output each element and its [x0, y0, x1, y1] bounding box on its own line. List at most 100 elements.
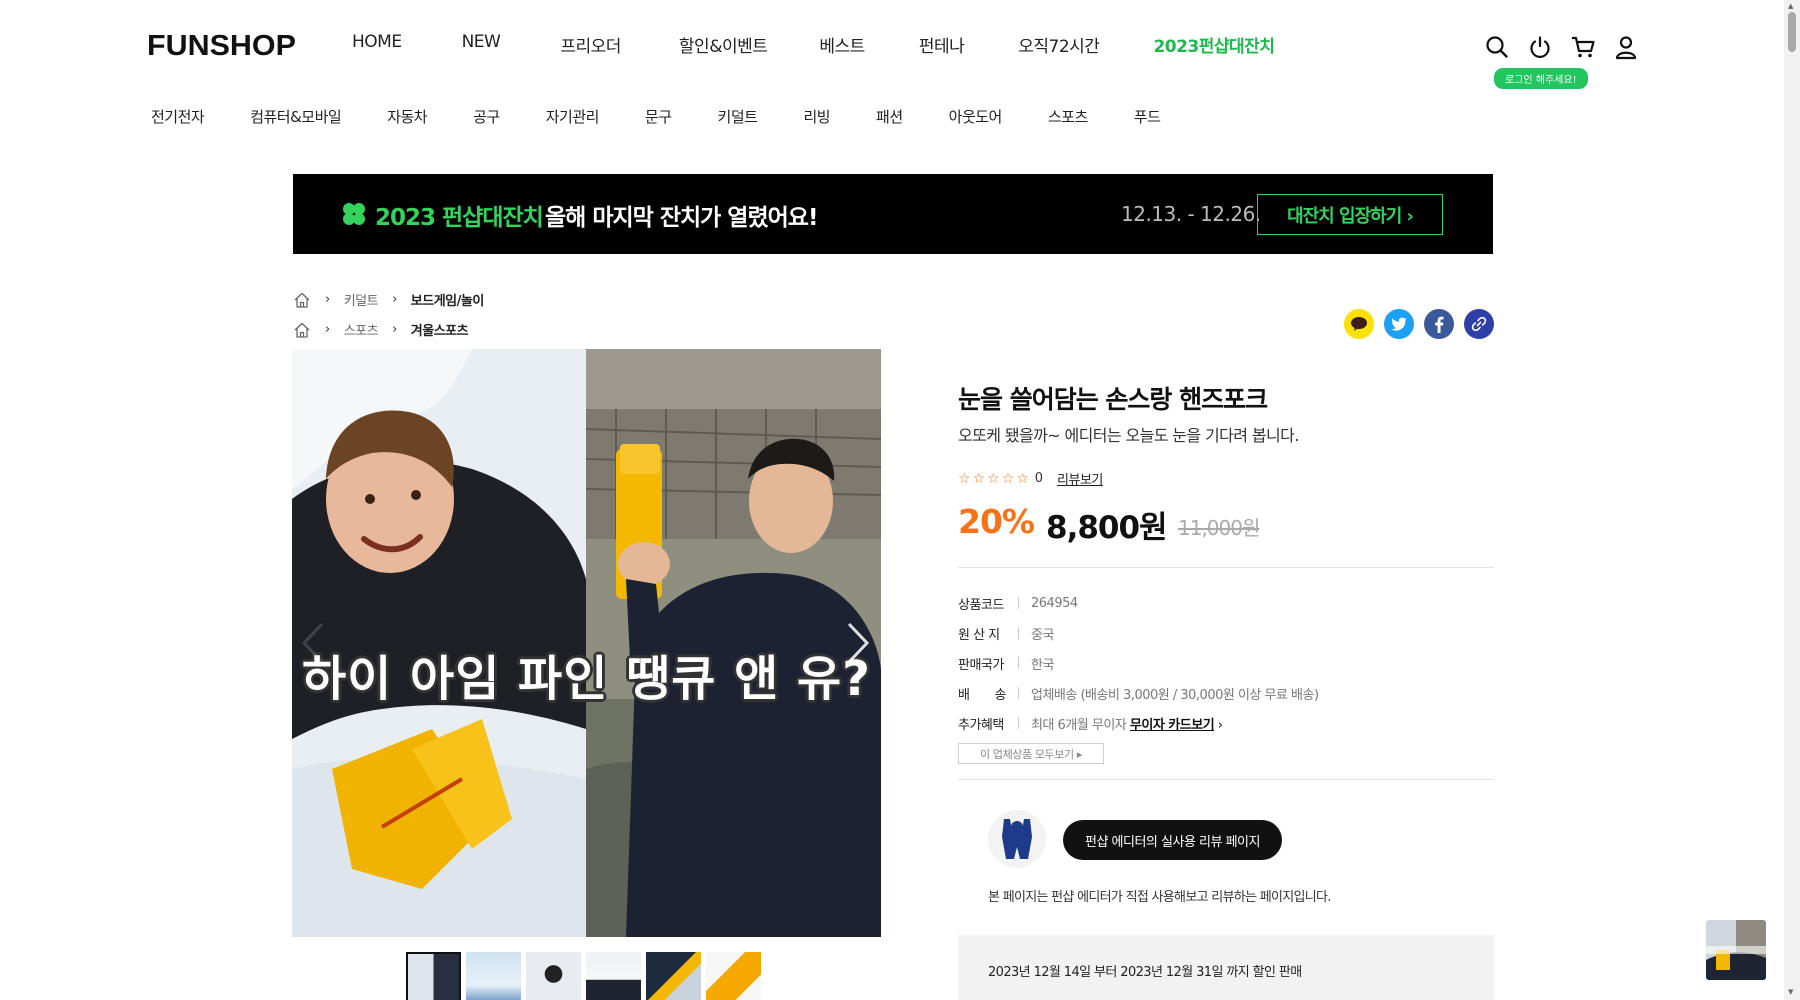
- cat-tools[interactable]: 공구: [473, 106, 500, 127]
- chevron-right-icon: ›: [1217, 717, 1223, 733]
- thumbnail[interactable]: [406, 952, 461, 1000]
- festival-enter-button[interactable]: 대잔치 입장하기 ›: [1257, 194, 1443, 235]
- spec-row: 판매국가 한국: [958, 648, 1498, 678]
- breadcrumb-item[interactable]: 겨울스포츠: [411, 320, 469, 339]
- spec-row: 배 송 업체배송 (배송비 3,000원 / 30,000원 이상 무료 배송): [958, 678, 1498, 708]
- spec-label: 배 송: [958, 687, 1006, 703]
- cat-car[interactable]: 자동차: [387, 106, 427, 127]
- breadcrumb: › 키덜트 › 보드게임/놀이: [293, 290, 484, 309]
- scrollbar-thumb[interactable]: [1788, 12, 1796, 52]
- original-price: 11,000원: [1178, 516, 1260, 540]
- spec-label: 원 산 지: [958, 627, 1000, 643]
- kakaotalk-share-icon[interactable]: [1344, 309, 1374, 339]
- facebook-share-icon[interactable]: [1424, 309, 1454, 339]
- clover-icon: [343, 203, 365, 225]
- thumbnail[interactable]: [586, 952, 641, 1000]
- editor-review-page-button[interactable]: 펀샵 에디터의 실사용 리뷰 페이지: [1063, 820, 1282, 860]
- chevron-right-icon: ›: [325, 322, 330, 337]
- chevron-right-icon: ›: [392, 292, 397, 307]
- cat-food[interactable]: 푸드: [1134, 106, 1161, 127]
- spec-row: 상품코드 264954: [958, 588, 1498, 618]
- product-main-image[interactable]: 하이 아임 파인 땡큐 앤 유?: [292, 349, 881, 937]
- chevron-right-icon: ›: [325, 292, 330, 307]
- floating-recent-item[interactable]: [1706, 920, 1766, 980]
- divider: [958, 567, 1494, 568]
- link-copy-icon[interactable]: [1464, 309, 1494, 339]
- twitter-share-icon[interactable]: [1384, 309, 1414, 339]
- nav-funtenna[interactable]: 펀테나: [919, 32, 965, 57]
- editor-avatar: [988, 810, 1046, 868]
- rating: ☆☆☆☆☆ 0 리뷰보기: [958, 469, 1103, 489]
- nav-72hours[interactable]: 오직72시간: [1018, 32, 1100, 57]
- cat-outdoor[interactable]: 아웃도어: [949, 106, 1003, 127]
- sale-period-notice: 2023년 12월 14일 부터 2023년 12월 31일 까지 할인 판매: [958, 935, 1494, 1000]
- scroll-down-icon[interactable]: ▼: [1788, 988, 1793, 996]
- category-nav: 전기전자 컴퓨터&모바일 자동차 공구 자기관리 문구 키덜트 리빙 패션 아웃…: [151, 106, 1161, 127]
- thumbnail[interactable]: [646, 952, 701, 1000]
- breadcrumb-item[interactable]: 보드게임/놀이: [411, 290, 485, 309]
- star-rating-icon: ☆☆☆☆☆: [958, 470, 1031, 487]
- product-subtitle: 오또케 됐을까~ 에디터는 오늘도 눈을 기다려 봅니다.: [958, 426, 1299, 445]
- seller-all-products-button[interactable]: 이 업체상품 모두보기 ▸: [958, 743, 1104, 764]
- spec-row: 추가혜택 최대 6개월 무이자 무이자 카드보기 ›: [958, 708, 1498, 738]
- nav-best[interactable]: 베스트: [819, 32, 865, 57]
- home-icon[interactable]: [293, 291, 311, 309]
- scrollbar[interactable]: ▲ ▼: [1784, 0, 1800, 1000]
- review-link[interactable]: 리뷰보기: [1057, 469, 1103, 488]
- site-logo[interactable]: FUNSHOP: [147, 30, 296, 63]
- cart-icon[interactable]: [1570, 34, 1596, 60]
- main-nav: HOME NEW 프리오더 할인&이벤트 베스트 펀테나 오직72시간 2023…: [352, 32, 1275, 57]
- image-thumbnails: [406, 952, 761, 1000]
- sale-price: 8,800원: [1046, 510, 1168, 546]
- editor-note: 본 페이지는 펀샵 에디터가 직접 사용해보고 리뷰하는 페이지입니다.: [988, 890, 1331, 905]
- spec-value: 최대 6개월 무이자 무이자 카드보기 ›: [1031, 717, 1223, 733]
- interest-free-card-link[interactable]: 무이자 카드보기: [1130, 718, 1215, 733]
- spec-label: 상품코드: [958, 597, 1004, 613]
- cat-fashion[interactable]: 패션: [876, 106, 903, 127]
- spec-value: 264954: [1031, 595, 1078, 611]
- spec-value: 중국: [1031, 627, 1054, 643]
- user-icon[interactable]: [1613, 34, 1639, 60]
- nav-preorder[interactable]: 프리오더: [560, 32, 621, 57]
- spec-row: 원 산 지 중국: [958, 618, 1498, 648]
- banner-title: 올해 마지막 잔치가 열렸어요!: [545, 205, 818, 231]
- image-caption: 하이 아임 파인 땡큐 앤 유?: [302, 651, 871, 707]
- cat-electronics[interactable]: 전기전자: [151, 106, 205, 127]
- breadcrumb-item[interactable]: 스포츠: [344, 320, 379, 339]
- cat-kidult[interactable]: 키덜트: [718, 106, 758, 127]
- nav-2023-festival[interactable]: 2023펀샵대잔치: [1153, 32, 1275, 57]
- product-spec: 상품코드 264954 원 산 지 중국 판매국가 한국 배 송 업체배송 (배송비 3…: [958, 588, 1498, 738]
- breadcrumb-item[interactable]: 키덜트: [344, 290, 379, 309]
- carousel-next-icon[interactable]: [843, 620, 873, 666]
- spec-label: 판매국가: [958, 657, 1004, 673]
- carousel-prev-icon[interactable]: [298, 620, 328, 666]
- nav-home[interactable]: HOME: [352, 32, 402, 57]
- cat-computer-mobile[interactable]: 컴퓨터&모바일: [250, 106, 342, 127]
- scroll-up-icon[interactable]: ▲: [1788, 2, 1793, 10]
- utility-icons: [1484, 34, 1639, 60]
- breadcrumb: › 스포츠 › 겨울스포츠: [293, 320, 469, 339]
- discount-rate: 20%: [958, 502, 1035, 541]
- login-tooltip[interactable]: 로그인 해주세요!: [1494, 68, 1588, 89]
- product-title: 눈을 쓸어담는 손스랑 핸즈포크: [958, 385, 1268, 414]
- spec-value: 한국: [1031, 657, 1054, 673]
- nav-new[interactable]: NEW: [462, 32, 501, 57]
- spec-value: 업체배송 (배송비 3,000원 / 30,000원 이상 무료 배송): [1031, 687, 1319, 703]
- thumbnail[interactable]: [466, 952, 521, 1000]
- search-icon[interactable]: [1484, 34, 1510, 60]
- nav-sale-event[interactable]: 할인&이벤트: [679, 32, 768, 57]
- cat-sports[interactable]: 스포츠: [1048, 106, 1088, 127]
- share-buttons: [1344, 309, 1494, 339]
- notice-text: 2023년 12월 14일 부터 2023년 12월 31일 까지 할인 판매: [988, 965, 1302, 980]
- cat-selfcare[interactable]: 자기관리: [546, 106, 600, 127]
- event-banner[interactable]: 2023 펀샵대잔치 올해 마지막 잔치가 열렸어요! 12.13. - 12.…: [293, 174, 1493, 254]
- home-icon[interactable]: [293, 321, 311, 339]
- power-icon[interactable]: [1527, 34, 1553, 60]
- thumbnail[interactable]: [706, 952, 761, 1000]
- cat-living[interactable]: 리빙: [803, 106, 830, 127]
- thumbnail[interactable]: [526, 952, 581, 1000]
- cat-stationery[interactable]: 문구: [645, 106, 672, 127]
- banner-title-highlight: 2023 펀샵대잔치: [375, 205, 544, 231]
- spec-label: 추가혜택: [958, 717, 1004, 733]
- banner-dates: 12.13. - 12.26.: [1121, 202, 1261, 226]
